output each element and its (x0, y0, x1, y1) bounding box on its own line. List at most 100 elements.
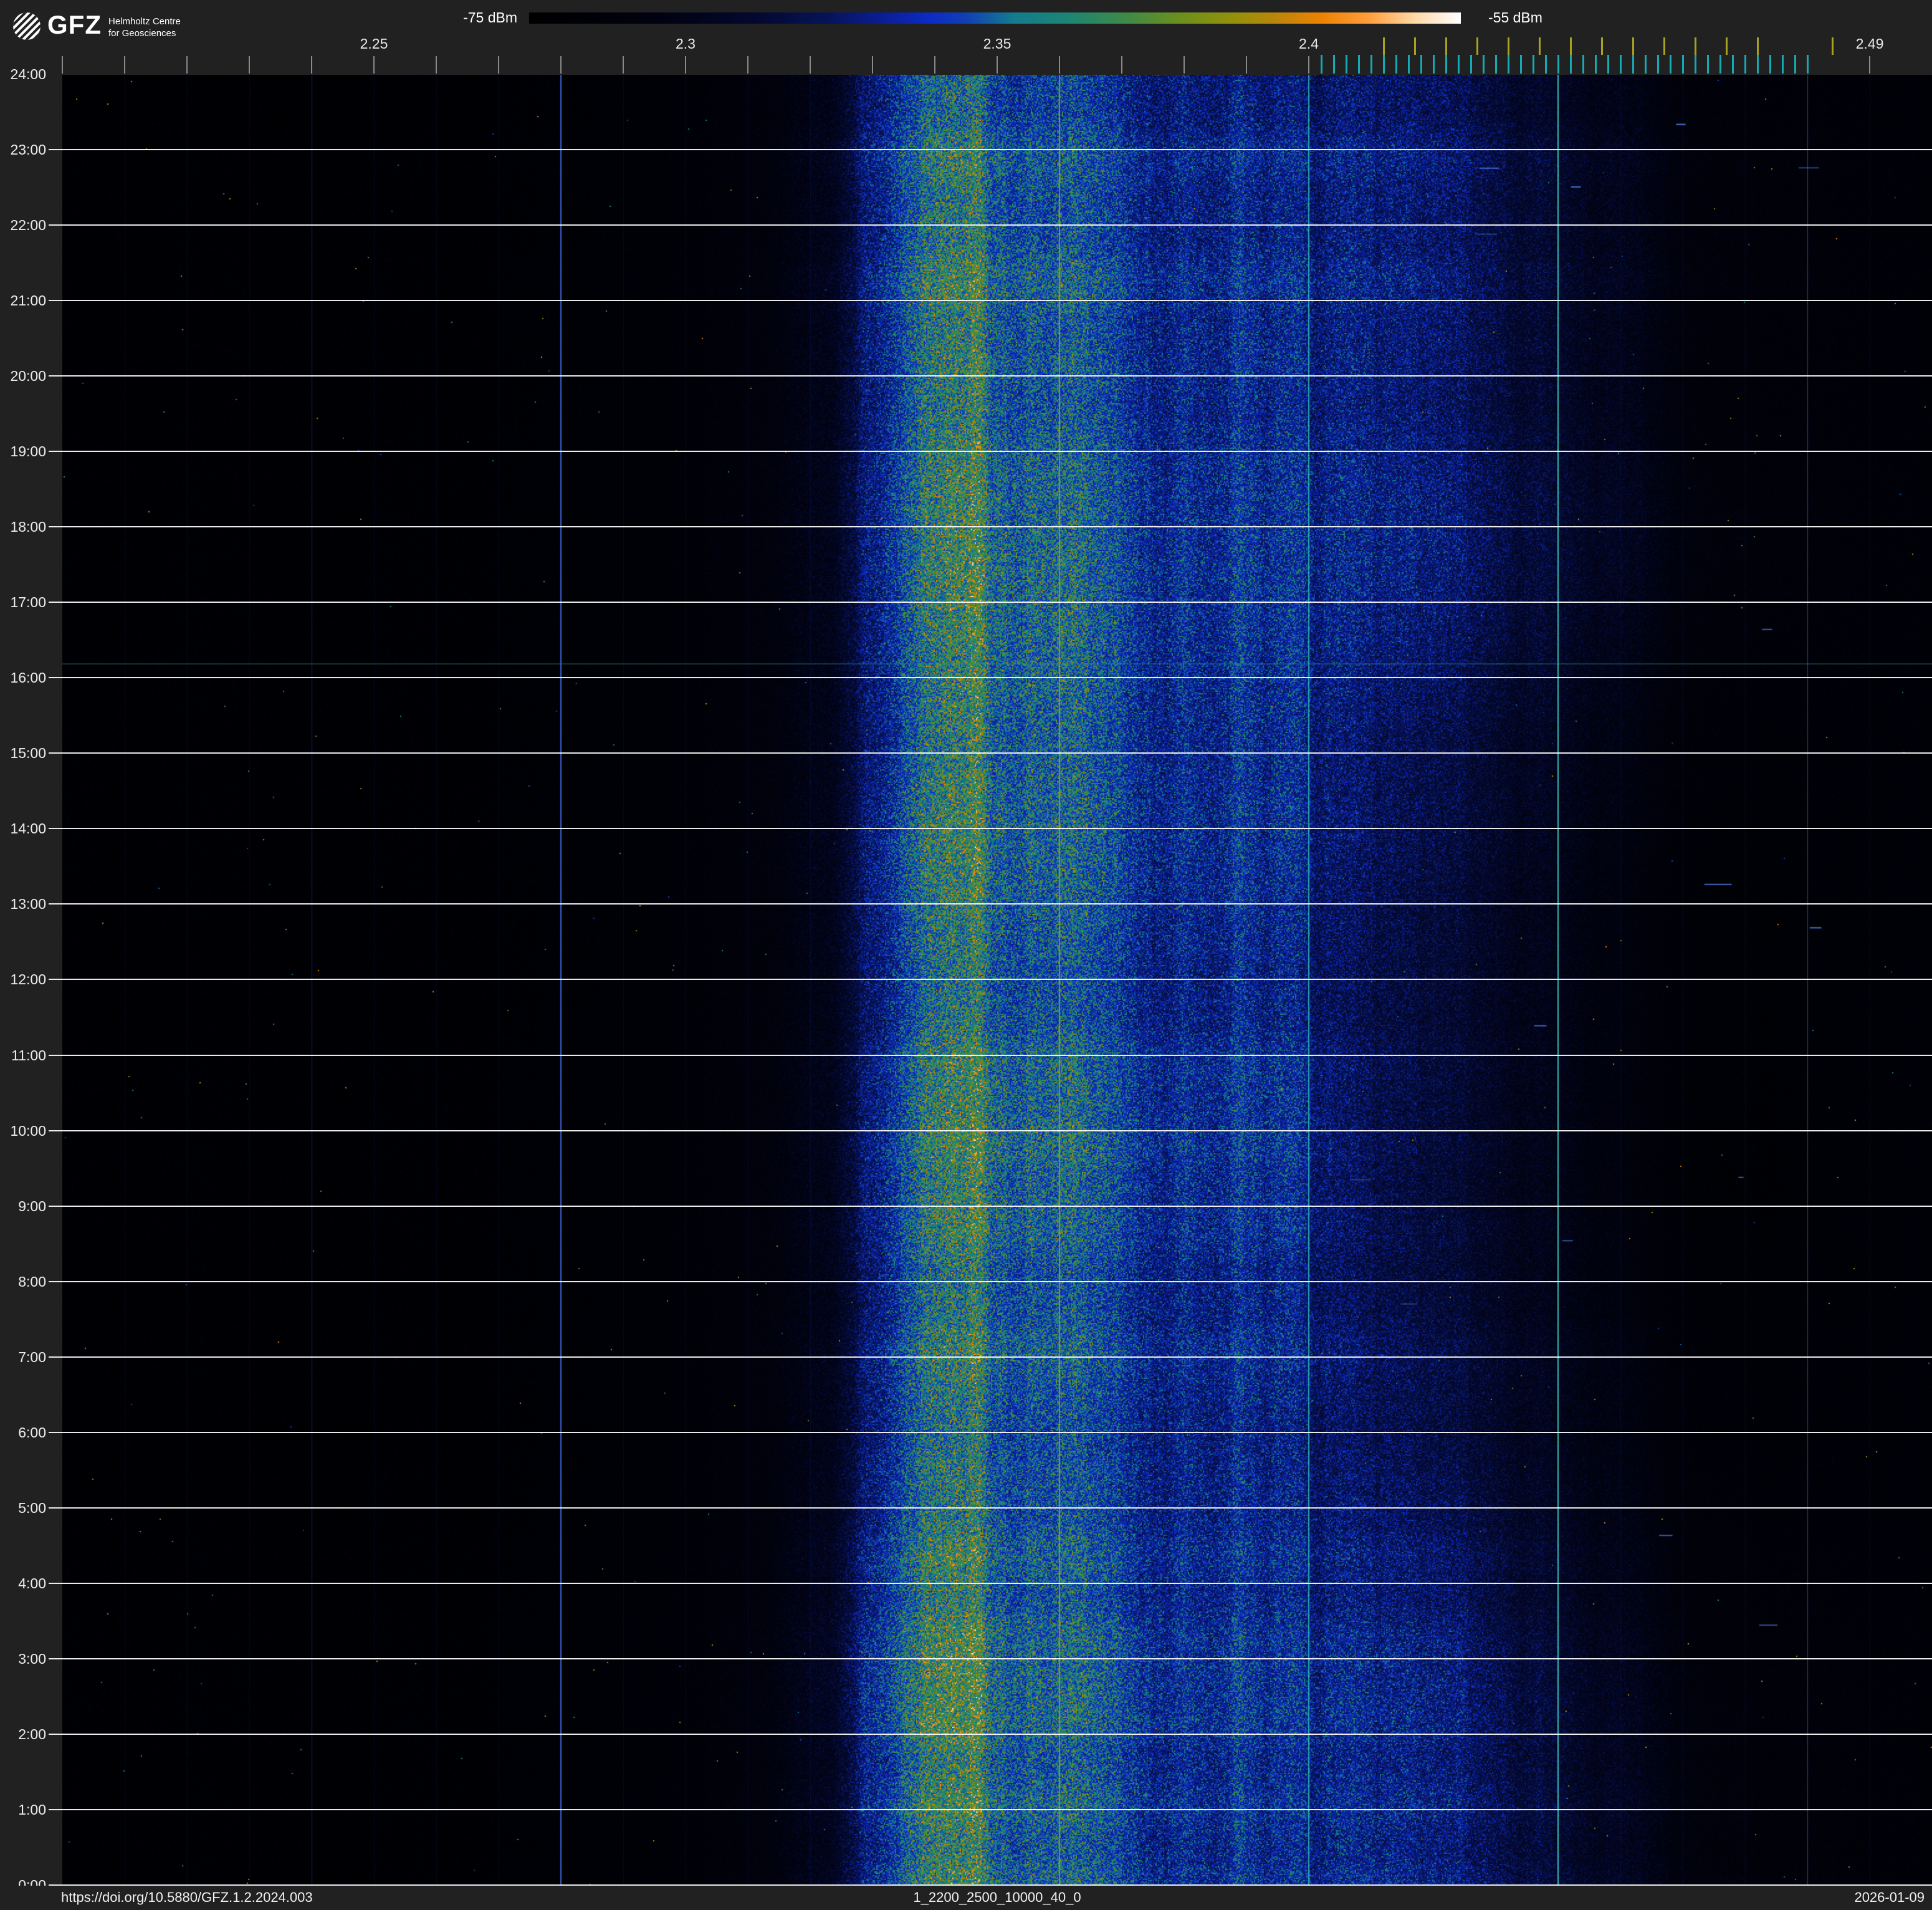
ble-channel-tick (1383, 55, 1385, 74)
wifi-channel-tick (1476, 37, 1478, 55)
ble-channel-tick (1333, 55, 1335, 74)
ble-channel-tick (1433, 55, 1435, 74)
hour-gridline-6:00 (49, 1432, 1932, 1433)
time-label-12:00: 12:00 (10, 971, 46, 987)
wifi-channel-tick (1601, 37, 1603, 55)
time-label-7:00: 7:00 (18, 1349, 46, 1365)
ble-channel-tick (1732, 55, 1734, 74)
ble-channel-tick (1321, 55, 1322, 74)
hour-gridline-13:00 (49, 903, 1932, 905)
hour-gridline-21:00 (49, 300, 1932, 301)
freq-minor-tick (623, 56, 624, 74)
wifi-channel-tick (1570, 37, 1572, 55)
freq-minor-tick (997, 56, 998, 74)
freq-minor-tick (436, 56, 437, 74)
ble-channel-tick (1570, 55, 1572, 74)
ble-channel-tick (1807, 55, 1809, 74)
hour-gridline-11:00 (49, 1055, 1932, 1056)
ble-channel-tick (1645, 55, 1647, 74)
hour-gridline-3:00 (49, 1658, 1932, 1659)
ble-channel-tick (1545, 55, 1547, 74)
time-label-9:00: 9:00 (18, 1198, 46, 1214)
ble-channel-tick (1607, 55, 1609, 74)
dataset-id-text: 1_2200_2500_10000_40_0 (913, 1889, 1081, 1905)
wifi-channel-tick (1539, 37, 1541, 55)
hour-gridline-15:00 (49, 752, 1932, 754)
hour-gridline-14:00 (49, 828, 1932, 829)
ble-channel-tick (1420, 55, 1422, 74)
ble-channel-tick (1483, 55, 1485, 74)
freq-minor-tick (685, 56, 686, 74)
hour-gridline-23:00 (49, 149, 1932, 150)
freq-minor-tick (560, 56, 562, 74)
ble-channel-tick (1707, 55, 1709, 74)
freq-minor-tick (249, 56, 250, 74)
hour-gridline-7:00 (49, 1356, 1932, 1358)
time-label-3:00: 3:00 (18, 1651, 46, 1667)
spectrogram-page: { "header": { "logo": { "acronym": "GFZ"… (0, 0, 1932, 1910)
hour-gridline-12:00 (49, 979, 1932, 980)
ble-channel-tick (1458, 55, 1460, 74)
time-label-8:00: 8:00 (18, 1274, 46, 1290)
ble-channel-tick (1520, 55, 1522, 74)
freq-minor-tick (311, 56, 312, 74)
logo-subtitle-line1: Helmholtz Centre (108, 16, 181, 27)
ble-channel-tick (1782, 55, 1784, 74)
footer-bar: https://doi.org/10.5880/GFZ.1.2.2024.003… (0, 1886, 1932, 1910)
freq-minor-tick (747, 56, 748, 74)
ble-channel-tick (1744, 55, 1746, 74)
wifi-channel-tick (1757, 37, 1759, 55)
time-label-17:00: 17:00 (10, 594, 46, 610)
ble-channel-tick (1682, 55, 1684, 74)
ble-channel-tick (1595, 55, 1597, 74)
time-label-13:00: 13:00 (10, 896, 46, 912)
freq-minor-tick (934, 56, 935, 74)
freq-minor-tick (373, 56, 375, 74)
time-label-22:00: 22:00 (10, 217, 46, 233)
freq-minor-tick (1246, 56, 1247, 74)
freq-minor-tick (1121, 56, 1122, 74)
ble-channel-tick (1508, 55, 1509, 74)
time-label-23:00: 23:00 (10, 142, 46, 158)
time-label-14:00: 14:00 (10, 820, 46, 837)
wifi-channel-tick (1383, 37, 1385, 55)
ble-channel-tick (1695, 55, 1696, 74)
time-label-5:00: 5:00 (18, 1500, 46, 1516)
ble-channel-tick (1582, 55, 1584, 74)
freq-minor-tick (1869, 56, 1870, 74)
time-label-2:00: 2:00 (18, 1726, 46, 1742)
hour-gridline-17:00 (49, 602, 1932, 603)
freq-label-2.4: 2.4 (1299, 36, 1319, 52)
hour-gridline-5:00 (49, 1507, 1932, 1509)
ble-channel-tick (1632, 55, 1634, 74)
time-label-16:00: 16:00 (10, 669, 46, 686)
wifi-channel-tick (1663, 37, 1665, 55)
wifi-channel-tick (1445, 37, 1447, 55)
freq-minor-tick (810, 56, 811, 74)
ble-channel-tick (1757, 55, 1759, 74)
freq-minor-tick (498, 56, 499, 74)
time-label-19:00: 19:00 (10, 443, 46, 459)
hour-gridline-20:00 (49, 375, 1932, 377)
wifi-channel-tick (1414, 37, 1416, 55)
time-label-4:00: 4:00 (18, 1575, 46, 1591)
colorbar-min-label: -75 dBm (463, 9, 517, 26)
ble-channel-tick (1358, 55, 1360, 74)
ble-channel-tick (1557, 55, 1559, 74)
header-bar: GFZ Helmholtz Centre for Geosciences -75… (0, 0, 1932, 75)
freq-label-2.25: 2.25 (360, 36, 388, 52)
wifi-channel-tick (1508, 37, 1509, 55)
ble-channel-tick (1445, 55, 1447, 74)
logo-subtitle-line2: for Geosciences (108, 28, 176, 39)
ble-channel-tick (1370, 55, 1372, 74)
ble-channel-tick (1495, 55, 1497, 74)
freq-minor-tick (1059, 56, 1060, 74)
ble-channel-tick (1470, 55, 1472, 74)
gfz-logo-icon (12, 12, 41, 44)
ble-channel-tick (1769, 55, 1771, 74)
freq-label-2.35: 2.35 (983, 36, 1011, 52)
time-label-15:00: 15:00 (10, 745, 46, 761)
freq-minor-tick (872, 56, 873, 74)
wifi-channel-tick (1726, 37, 1728, 55)
time-label-18:00: 18:00 (10, 519, 46, 535)
